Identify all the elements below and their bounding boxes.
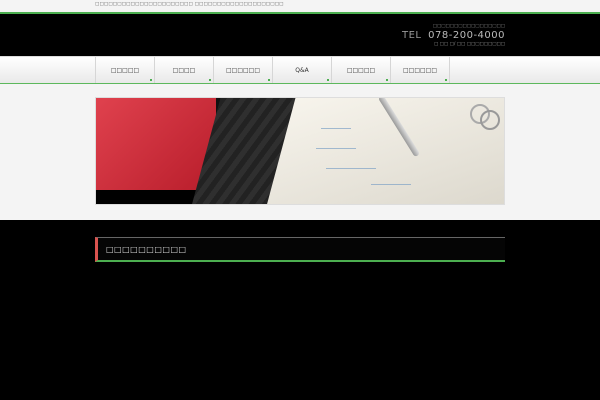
nav-item-label: Q&A <box>295 66 309 74</box>
paper-line <box>371 184 411 185</box>
nav-item-qa[interactable]: Q&A <box>273 57 332 83</box>
nav-corner-icon <box>268 79 270 81</box>
hero-image <box>95 97 505 205</box>
nav-corner-icon <box>386 79 388 81</box>
nav-corner-icon <box>150 79 152 81</box>
nav-item-5[interactable]: □□□□□ <box>332 57 391 83</box>
top-bar: □□□□□□□□□□□□□□□□□□□□□□ □□□□□□□□□□□□□□□□□… <box>0 0 600 14</box>
nav-corner-icon <box>327 79 329 81</box>
phone-number: TEL 078-200-4000 <box>402 30 505 41</box>
nav-item-label: □□□□□□ <box>402 66 437 74</box>
phone-value: 078-200-4000 <box>428 30 505 41</box>
nav-item-label: □□□□ <box>172 66 196 74</box>
paper-line <box>316 148 356 149</box>
binder-ring-icon <box>480 110 500 130</box>
paper-line <box>321 128 351 129</box>
header-tagline: □□□□□□□□□□□□□□□□□ <box>432 24 505 29</box>
nav-item-3[interactable]: □□□□□□ <box>214 57 273 83</box>
nav-item-label: □□□□□ <box>346 66 376 74</box>
nav-corner-icon <box>445 79 447 81</box>
nav-item-2[interactable]: □□□□ <box>155 57 214 83</box>
paper-line <box>326 168 376 169</box>
nav-item-label: □□□□□ <box>110 66 140 74</box>
section-heading: □□□□□□□□□□ <box>95 237 505 262</box>
business-hours: □ □□ □/ □□ □□□□□□□□□ <box>433 42 505 47</box>
hero-section <box>0 84 600 220</box>
nav-corner-icon <box>209 79 211 81</box>
nav-item-6[interactable]: □□□□□□ <box>391 57 450 83</box>
main-nav: □□□□□ □□□□ □□□□□□ Q&A □□□□□ □□□□□□ <box>0 56 600 85</box>
site-description: □□□□□□□□□□□□□□□□□□□□□□ □□□□□□□□□□□□□□□□□… <box>95 2 284 7</box>
site-header: □□□□□□□□□□□□□□□□□ TEL 078-200-4000 □ □□ … <box>0 14 600 56</box>
nav-item-label: □□□□□□ <box>225 66 260 74</box>
section-title: □□□□□□□□□□ <box>106 245 187 254</box>
tel-label: TEL <box>401 30 422 41</box>
nav-item-home[interactable]: □□□□□ <box>95 57 155 83</box>
